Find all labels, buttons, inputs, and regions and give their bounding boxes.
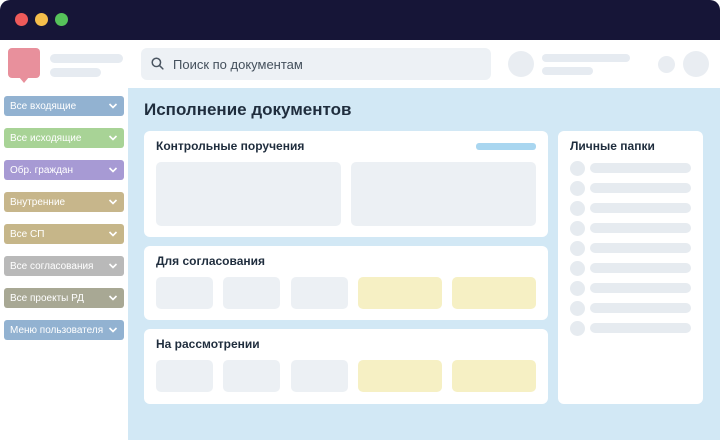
folder-icon [570, 261, 585, 276]
chevron-down-icon [108, 295, 118, 301]
card-title: Для согласования [156, 254, 266, 268]
control-tile[interactable] [156, 162, 341, 226]
control-assignments-card: Контрольные поручения [144, 131, 548, 237]
review-tile[interactable] [358, 360, 442, 392]
control-tile[interactable] [351, 162, 536, 226]
folder-icon [570, 321, 585, 336]
app-name-placeholder [50, 54, 123, 63]
sidebar-item-label: Меню пользователя [10, 324, 104, 336]
folder-item[interactable] [570, 321, 694, 336]
folder-name-placeholder [590, 243, 691, 253]
review-tile[interactable] [291, 360, 348, 392]
app-subtitle-placeholder [50, 68, 101, 77]
review-tile[interactable] [223, 360, 280, 392]
approval-tile[interactable] [291, 277, 348, 309]
chevron-down-icon [108, 231, 118, 237]
folder-item[interactable] [570, 241, 694, 256]
folder-name-placeholder [590, 303, 691, 313]
folder-name-placeholder [590, 263, 691, 273]
folder-item[interactable] [570, 181, 694, 196]
sidebar-item-user-menu[interactable]: Меню пользователя [4, 320, 124, 340]
card-title: Личные папки [570, 139, 655, 153]
folder-icon [570, 161, 585, 176]
search-input[interactable]: Поиск по документам [141, 48, 491, 80]
page-title: Исполнение документов [144, 100, 352, 119]
approval-tile[interactable] [156, 277, 213, 309]
close-window-button[interactable] [15, 13, 28, 26]
folder-item[interactable] [570, 301, 694, 316]
sidebar-item-label: Обр. граждан [10, 164, 74, 176]
sidebar-item-label: Все согласования [10, 260, 94, 272]
sidebar-item-outgoing[interactable]: Все исходящие [4, 128, 124, 148]
window-titlebar [0, 0, 720, 40]
folder-item[interactable] [570, 221, 694, 236]
sidebar-item-label: Все исходящие [10, 132, 82, 144]
search-placeholder: Поиск по документам [173, 57, 303, 72]
folder-name-placeholder [590, 203, 691, 213]
card-title: На рассмотрении [156, 337, 260, 351]
approval-tile[interactable] [358, 277, 442, 309]
approval-tile[interactable] [223, 277, 280, 309]
maximize-window-button[interactable] [55, 13, 68, 26]
folder-name-placeholder [590, 183, 691, 193]
review-tile[interactable] [156, 360, 213, 392]
sidebar-item-incoming[interactable]: Все входящие [4, 96, 124, 116]
folder-item[interactable] [570, 201, 694, 216]
app-header: Поиск по документам [0, 40, 720, 88]
folder-name-placeholder [590, 223, 691, 233]
minimize-window-button[interactable] [35, 13, 48, 26]
sidebar: Все входящие Все исходящие Обр. граждан … [0, 88, 128, 440]
folder-item[interactable] [570, 281, 694, 296]
personal-folders-card: Личные папки [558, 131, 703, 404]
sidebar-item-label: Внутренние [10, 196, 66, 208]
chevron-down-icon [108, 199, 118, 205]
chevron-down-icon [108, 263, 118, 269]
folder-name-placeholder [590, 323, 691, 333]
sidebar-item-label: Все входящие [10, 100, 77, 112]
for-approval-card: Для согласования [144, 246, 548, 320]
folder-item[interactable] [570, 261, 694, 276]
main-content: Исполнение документов Контрольные поруче… [128, 88, 720, 440]
folder-item[interactable] [570, 161, 694, 176]
under-review-card: На рассмотрении [144, 329, 548, 404]
settings-icon[interactable] [683, 51, 709, 77]
sidebar-item-internal[interactable]: Внутренние [4, 192, 124, 212]
user-avatar[interactable] [508, 51, 534, 77]
app-logo[interactable] [8, 48, 40, 83]
sidebar-item-rd-projects[interactable]: Все проекты РД [4, 288, 124, 308]
sidebar-item-approvals[interactable]: Все согласования [4, 256, 124, 276]
folder-name-placeholder [590, 163, 691, 173]
folder-icon [570, 301, 585, 316]
approval-tile[interactable] [452, 277, 536, 309]
notifications-icon[interactable] [658, 56, 675, 73]
chevron-down-icon [108, 327, 118, 333]
folder-icon [570, 181, 585, 196]
control-accent-bar [476, 143, 536, 150]
folder-icon [570, 241, 585, 256]
folder-icon [570, 281, 585, 296]
chevron-down-icon [108, 135, 118, 141]
folder-icon [570, 201, 585, 216]
folder-icon [570, 221, 585, 236]
user-role-placeholder [542, 67, 593, 75]
card-title: Контрольные поручения [156, 139, 305, 153]
chevron-down-icon [108, 167, 118, 173]
sidebar-item-label: Все проекты РД [10, 292, 84, 304]
sidebar-item-label: Все СП [10, 228, 45, 240]
review-tile[interactable] [452, 360, 536, 392]
sidebar-item-sp[interactable]: Все СП [4, 224, 124, 244]
folder-name-placeholder [590, 283, 691, 293]
sidebar-item-citizens[interactable]: Обр. граждан [4, 160, 124, 180]
chevron-down-icon [108, 103, 118, 109]
search-icon [151, 57, 164, 70]
user-name-placeholder [542, 54, 630, 62]
